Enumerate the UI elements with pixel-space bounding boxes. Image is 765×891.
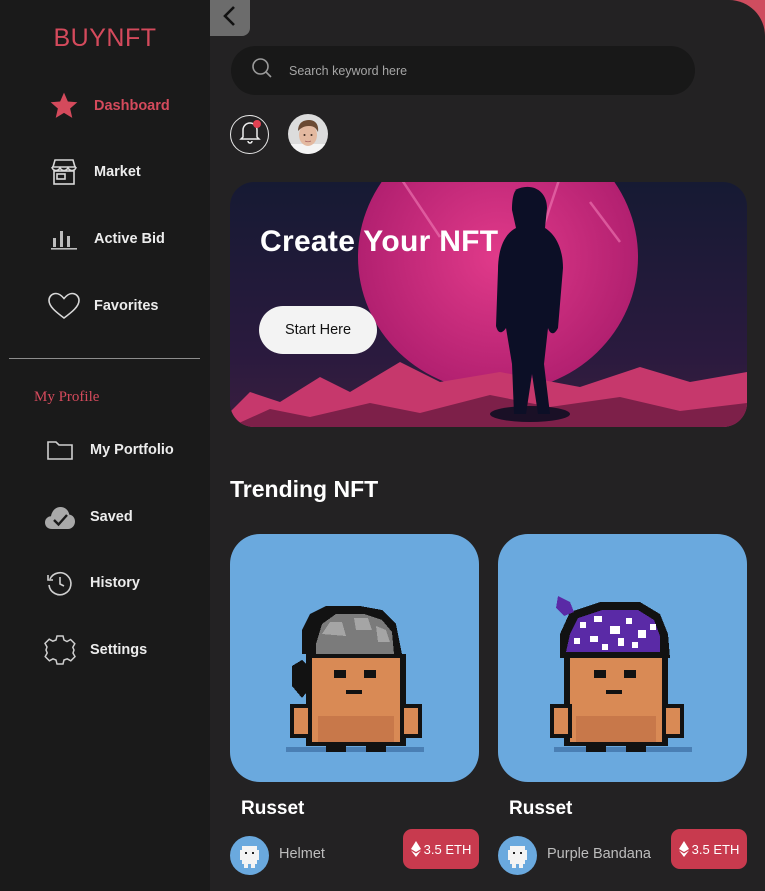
search-icon xyxy=(251,57,273,84)
trending-heading: Trending NFT xyxy=(230,476,379,502)
banner-title: Create Your NFT xyxy=(260,225,499,258)
banner-artwork xyxy=(230,182,747,427)
nav-item-history[interactable]: History xyxy=(40,563,140,603)
nav-label: Settings xyxy=(90,642,148,658)
owner-name: Helmet xyxy=(279,846,325,862)
nav-label: Active Bid xyxy=(94,231,165,247)
owner-name: Purple Bandana xyxy=(547,846,651,862)
create-nft-banner: Create Your NFT Start Here xyxy=(230,182,747,427)
nav-item-dashboard[interactable]: Dashboard xyxy=(44,86,170,126)
notification-button[interactable] xyxy=(230,115,269,154)
folder-icon xyxy=(40,430,80,470)
nft-image[interactable] xyxy=(230,534,479,782)
nav-label: Favorites xyxy=(94,298,159,314)
ethereum-icon xyxy=(678,841,689,857)
gear-icon xyxy=(40,630,80,670)
my-profile-heading: My Profile xyxy=(34,389,100,405)
start-here-button[interactable]: Start Here xyxy=(259,306,377,354)
chevron-left-icon xyxy=(222,5,238,32)
price-badge[interactable]: 3.5 ETH xyxy=(403,829,479,869)
nft-name: Russet xyxy=(509,798,573,819)
price-value: 3.5 ETH xyxy=(423,841,472,857)
nav-label: History xyxy=(90,575,140,591)
price-value: 3.5 ETH xyxy=(691,841,740,857)
app-window: BUYNFT Dashboard Market Active Bid Favor… xyxy=(0,0,765,891)
nft-image[interactable] xyxy=(498,534,747,782)
brand-logo: BUYNFT xyxy=(53,24,157,52)
heart-icon xyxy=(44,286,84,326)
nft-card[interactable]: Russet Purple Bandana 3.5 ETH xyxy=(498,534,748,891)
bar-chart-icon xyxy=(44,219,84,259)
nav-item-settings[interactable]: Settings xyxy=(40,630,147,670)
sidebar-divider xyxy=(9,358,200,359)
search-input[interactable] xyxy=(289,63,669,78)
nav-item-active-bid[interactable]: Active Bid xyxy=(44,219,165,259)
store-icon xyxy=(44,152,84,192)
nft-card[interactable]: Russet Helmet 3.5 ETH xyxy=(230,534,480,891)
search-bar xyxy=(231,46,695,95)
nft-name: Russet xyxy=(241,798,305,819)
nav-item-my-portfolio[interactable]: My Portfolio xyxy=(40,430,174,470)
notification-dot xyxy=(253,120,261,128)
sidebar: BUYNFT Dashboard Market Active Bid Favor… xyxy=(0,0,210,891)
user-avatar[interactable] xyxy=(288,114,328,154)
star-icon xyxy=(44,86,84,126)
price-badge[interactable]: 3.5 ETH xyxy=(671,829,747,869)
nav-label: Market xyxy=(94,164,141,180)
history-icon xyxy=(40,563,80,603)
collapse-sidebar-button[interactable] xyxy=(210,0,250,36)
owner-avatar[interactable] xyxy=(230,836,269,875)
cloud-check-icon xyxy=(40,497,80,537)
nav-label: My Portfolio xyxy=(90,442,174,458)
nav-item-saved[interactable]: Saved xyxy=(40,497,133,537)
ethereum-icon xyxy=(410,841,421,857)
nav-label: Saved xyxy=(90,509,133,525)
nav-item-favorites[interactable]: Favorites xyxy=(44,286,158,326)
owner-avatar[interactable] xyxy=(498,836,537,875)
nav-label: Dashboard xyxy=(94,98,170,114)
nav-item-market[interactable]: Market xyxy=(44,152,141,192)
